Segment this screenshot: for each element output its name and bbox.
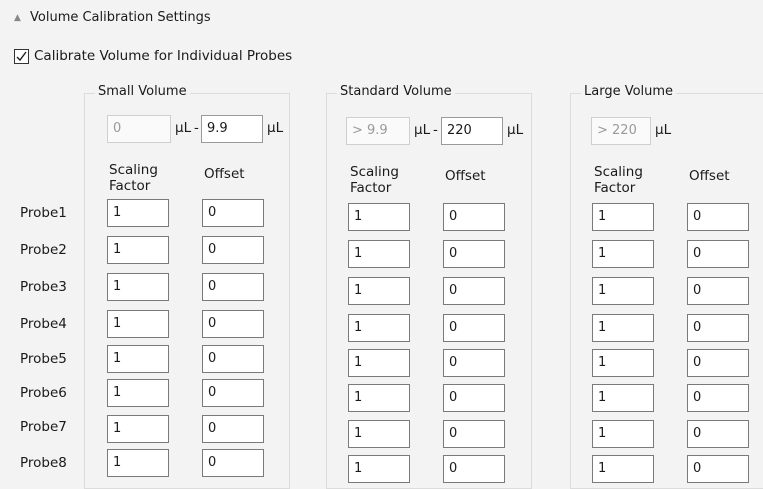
calibrate-checkbox[interactable] xyxy=(14,48,29,64)
large-offset-header: Offset xyxy=(689,168,730,184)
probe-label: Probe8 xyxy=(20,455,67,471)
small-offset-input[interactable]: 0 xyxy=(202,236,264,264)
probe-label: Probe2 xyxy=(20,242,67,258)
group-title-large: Large Volume xyxy=(581,84,677,99)
small-offset-input[interactable]: 0 xyxy=(202,345,264,373)
standard-offset-input[interactable]: 0 xyxy=(443,314,505,342)
section-header[interactable]: ▲ Volume Calibration Settings xyxy=(14,10,211,25)
small-scaling-input[interactable]: 1 xyxy=(107,415,169,443)
standard-offset-input[interactable]: 0 xyxy=(443,277,505,305)
standard-scaling-input[interactable]: 1 xyxy=(348,203,410,231)
standard-scaling-input[interactable]: 1 xyxy=(348,384,410,412)
standard-scaling-input[interactable]: 1 xyxy=(348,420,410,448)
large-offset-input[interactable]: 0 xyxy=(687,349,749,377)
standard-offset-input[interactable]: 0 xyxy=(443,240,505,268)
group-title-standard: Standard Volume xyxy=(337,84,455,99)
standard-offset-input[interactable]: 0 xyxy=(443,384,505,412)
large-scaling-input[interactable]: 1 xyxy=(592,349,654,377)
probe-label: Probe7 xyxy=(20,419,67,435)
standard-scaling-input[interactable]: 1 xyxy=(348,277,410,305)
standard-dash: - xyxy=(433,122,438,138)
checkmark-icon xyxy=(16,51,27,61)
large-range-min: > 220 xyxy=(591,117,651,145)
standard-offset-input[interactable]: 0 xyxy=(443,349,505,377)
calibrate-individual-probes[interactable]: Calibrate Volume for Individual Probes xyxy=(14,48,292,64)
probe-label: Probe4 xyxy=(20,316,67,332)
large-scaling-input[interactable]: 1 xyxy=(592,203,654,231)
standard-unit-2: µL xyxy=(507,122,524,138)
section-title: Volume Calibration Settings xyxy=(30,10,211,25)
large-scaling-input[interactable]: 1 xyxy=(592,455,654,483)
standard-offset-input[interactable]: 0 xyxy=(443,455,505,483)
probe-label: Probe1 xyxy=(20,205,67,221)
large-offset-input[interactable]: 0 xyxy=(687,455,749,483)
small-range-min: 0 xyxy=(107,115,171,143)
large-scaling-input[interactable]: 1 xyxy=(592,240,654,268)
large-offset-input[interactable]: 0 xyxy=(687,277,749,305)
group-title-small: Small Volume xyxy=(95,84,190,99)
large-scaling-header: Scaling Factor xyxy=(594,164,643,196)
large-offset-input[interactable]: 0 xyxy=(687,420,749,448)
small-scaling-input[interactable]: 1 xyxy=(107,345,169,373)
small-scaling-input[interactable]: 1 xyxy=(107,199,169,227)
small-scaling-input[interactable]: 1 xyxy=(107,236,169,264)
small-offset-header: Offset xyxy=(204,166,245,182)
small-offset-input[interactable]: 0 xyxy=(202,449,264,477)
standard-scaling-input[interactable]: 1 xyxy=(348,240,410,268)
small-unit-2: µL xyxy=(267,120,284,136)
probe-label: Probe6 xyxy=(20,385,67,401)
small-dash: - xyxy=(194,120,199,136)
large-scaling-input[interactable]: 1 xyxy=(592,420,654,448)
collapse-arrow-icon[interactable]: ▲ xyxy=(14,13,24,23)
large-offset-input[interactable]: 0 xyxy=(687,240,749,268)
small-scaling-input[interactable]: 1 xyxy=(107,379,169,407)
standard-scaling-input[interactable]: 1 xyxy=(348,349,410,377)
small-offset-input[interactable]: 0 xyxy=(202,199,264,227)
standard-scaling-header: Scaling Factor xyxy=(350,164,399,196)
calibration-panel: ▲ Volume Calibration Settings Calibrate … xyxy=(0,0,763,489)
large-scaling-input[interactable]: 1 xyxy=(592,277,654,305)
large-scaling-input[interactable]: 1 xyxy=(592,314,654,342)
standard-unit-1: µL xyxy=(414,122,431,138)
small-offset-input[interactable]: 0 xyxy=(202,415,264,443)
standard-offset-input[interactable]: 0 xyxy=(443,203,505,231)
standard-range-min: > 9.9 xyxy=(346,117,410,145)
small-scaling-input[interactable]: 1 xyxy=(107,449,169,477)
standard-offset-input[interactable]: 0 xyxy=(443,420,505,448)
small-scaling-input[interactable]: 1 xyxy=(107,273,169,301)
small-scaling-input[interactable]: 1 xyxy=(107,310,169,338)
large-offset-input[interactable]: 0 xyxy=(687,384,749,412)
small-offset-input[interactable]: 0 xyxy=(202,273,264,301)
small-unit-1: µL xyxy=(175,120,192,136)
probe-label: Probe5 xyxy=(20,351,67,367)
calibrate-label: Calibrate Volume for Individual Probes xyxy=(34,48,293,64)
small-scaling-header: Scaling Factor xyxy=(109,162,158,194)
probe-label: Probe3 xyxy=(20,279,67,295)
large-scaling-input[interactable]: 1 xyxy=(592,384,654,412)
standard-scaling-input[interactable]: 1 xyxy=(348,314,410,342)
large-unit: µL xyxy=(655,122,672,138)
small-offset-input[interactable]: 0 xyxy=(202,310,264,338)
standard-scaling-input[interactable]: 1 xyxy=(348,455,410,483)
large-offset-input[interactable]: 0 xyxy=(687,314,749,342)
large-offset-input[interactable]: 0 xyxy=(687,203,749,231)
small-range-max[interactable]: 9.9 xyxy=(201,115,263,143)
small-offset-input[interactable]: 0 xyxy=(202,379,264,407)
standard-offset-header: Offset xyxy=(445,168,486,184)
standard-range-max[interactable]: 220 xyxy=(441,117,503,145)
